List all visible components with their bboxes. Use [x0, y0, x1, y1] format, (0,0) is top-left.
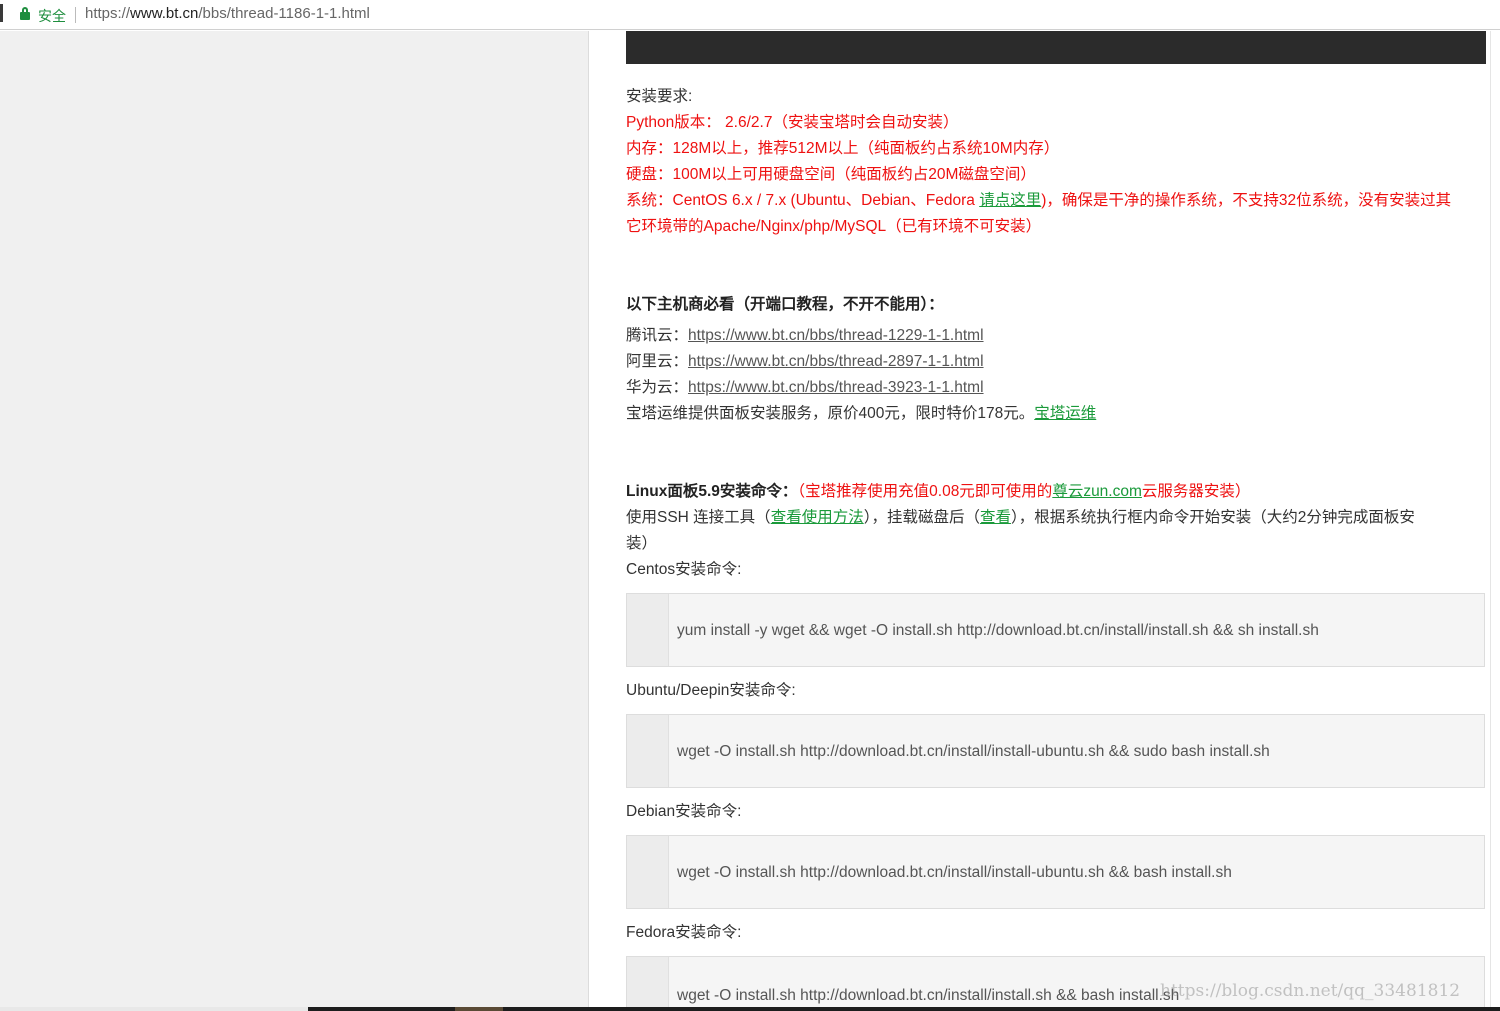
code-text[interactable]: yum install -y wget && wget -O install.s… — [677, 622, 1319, 640]
scrollbar[interactable] — [1490, 31, 1500, 1007]
disk-mount-link[interactable]: 查看 — [980, 509, 1011, 526]
window-edge — [0, 4, 3, 22]
host-link-huawei[interactable]: https://www.bt.cn/bbs/thread-3923-1-1.ht… — [688, 379, 984, 396]
divider — [75, 7, 76, 23]
code-gutter — [627, 594, 669, 666]
requirement-memory: 内存：128M以上，推荐512M以上（纯面板约占系统10M内存） — [626, 140, 1060, 157]
ssh-instructions: 使用SSH 连接工具（查看使用方法），挂载磁盘后（查看），根据系统执行框内命令开… — [626, 509, 1415, 526]
ssh-howto-link[interactable]: 查看使用方法 — [771, 509, 864, 526]
system-link[interactable]: 请点这里 — [979, 192, 1041, 209]
requirement-disk: 硬盘：100M以上可用硬盘空间（纯面板约占20M磁盘空间） — [626, 166, 1036, 183]
fedora-label: Fedora安装命令: — [626, 924, 742, 941]
ubuntu-label: Ubuntu/Deepin安装命令: — [626, 682, 796, 699]
code-text[interactable]: wget -O install.sh http://download.bt.cn… — [677, 864, 1232, 882]
install-heading: Linux面板5.9安装命令：（宝塔推荐使用充值0.08元即可使用的尊云zun.… — [626, 483, 1251, 500]
host-link-aliyun[interactable]: https://www.bt.cn/bbs/thread-2897-1-1.ht… — [688, 353, 984, 370]
ssh-instructions-cont: 装） — [626, 535, 658, 552]
secure-label[interactable]: 安全 — [38, 6, 66, 26]
service-link[interactable]: 宝塔运维 — [1034, 405, 1096, 422]
requirement-python: Python版本： 2.6/2.7（安装宝塔时会自动安装） — [626, 114, 959, 131]
service-note: 宝塔运维提供面板安装服务，原价400元，限时特价178元。宝塔运维 — [626, 405, 1097, 422]
centos-label: Centos安装命令: — [626, 561, 742, 578]
host-link-tencent[interactable]: https://www.bt.cn/bbs/thread-1229-1-1.ht… — [688, 327, 984, 344]
host-item: 阿里云：https://www.bt.cn/bbs/thread-2897-1-… — [626, 353, 984, 370]
code-block-ubuntu[interactable]: wget -O install.sh http://download.bt.cn… — [626, 714, 1485, 788]
host-item: 腾讯云：https://www.bt.cn/bbs/thread-1229-1-… — [626, 327, 984, 344]
code-block-centos[interactable]: yum install -y wget && wget -O install.s… — [626, 593, 1485, 667]
debian-label: Debian安装命令: — [626, 803, 742, 820]
hosts-heading: 以下主机商必看（开端口教程，不开不能用）： — [626, 296, 944, 313]
requirement-system: 系统：CentOS 6.x / 7.x (Ubuntu、Debian、Fedor… — [626, 192, 1452, 209]
code-text[interactable]: wget -O install.sh http://download.bt.cn… — [677, 987, 1179, 1005]
watermark: https://blog.csdn.net/qq_33481812 — [1160, 981, 1461, 1001]
address-bar[interactable]: 安全 https://www.bt.cn/bbs/thread-1186-1-1… — [0, 0, 1500, 30]
code-gutter — [627, 836, 669, 908]
left-blank-panel — [0, 31, 589, 1011]
code-block-debian[interactable]: wget -O install.sh http://download.bt.cn… — [626, 835, 1485, 909]
lock-icon[interactable] — [20, 7, 30, 20]
code-gutter — [627, 715, 669, 787]
code-text[interactable]: wget -O install.sh http://download.bt.cn… — [677, 743, 1270, 761]
host-item: 华为云：https://www.bt.cn/bbs/thread-3923-1-… — [626, 379, 984, 396]
code-gutter — [627, 957, 669, 1007]
requirements-heading: 安装要求: — [626, 88, 693, 105]
url-text[interactable]: https://www.bt.cn/bbs/thread-1186-1-1.ht… — [85, 5, 370, 22]
dark-banner — [626, 31, 1486, 64]
taskbar — [0, 1007, 1500, 1011]
promo-link[interactable]: 尊云zun.com — [1052, 483, 1142, 500]
requirement-system-cont: 它环境带的Apache/Nginx/php/MySQL（已有环境不可安装） — [626, 218, 1042, 235]
